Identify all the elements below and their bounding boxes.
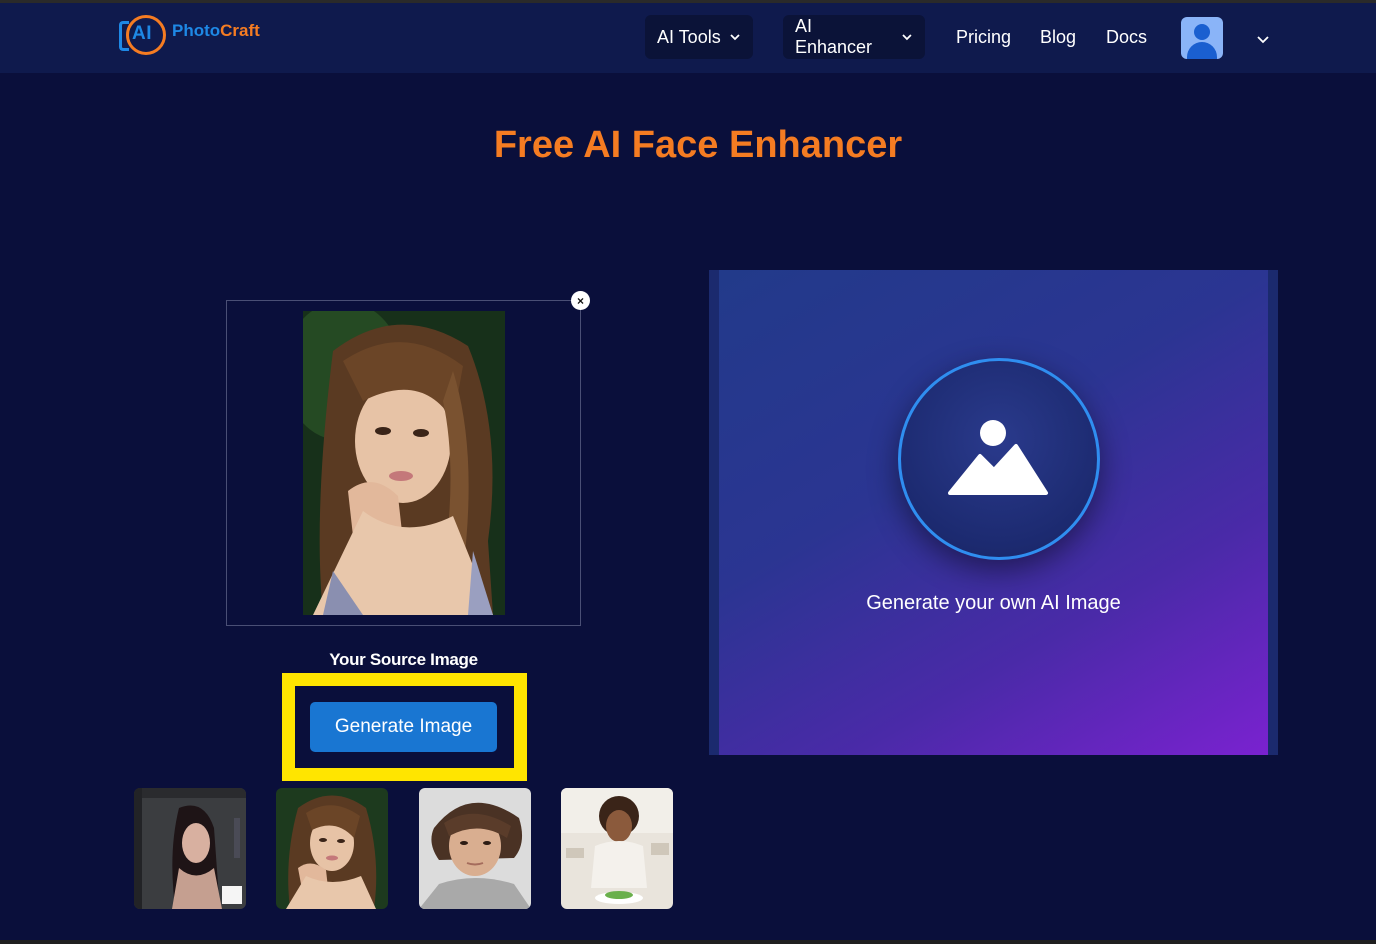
nav-ai-enhancer-dropdown[interactable]: AI Enhancer [783,15,925,59]
page-title: Free AI Face Enhancer [493,124,903,166]
result-placeholder-text: Generate your own AI Image [866,592,1121,614]
nav-pricing-link[interactable]: Pricing [956,27,1011,48]
main-nav: AI Tools AI Enhancer Pricing Blog Docs [0,3,1376,73]
window-bottom-border [0,940,1376,944]
thumbnail-woman-portrait[interactable] [276,788,388,909]
nav-ai-tools-dropdown[interactable]: AI Tools [645,15,753,59]
source-image [303,311,505,615]
result-image-circle [898,358,1100,560]
result-placeholder: Generate your own AI Image [719,270,1268,755]
source-image-container [226,300,581,626]
nav-blog-link[interactable]: Blog [1040,27,1076,48]
thumbnail-woman-salad[interactable] [561,788,673,909]
thumbnail-3d-woman[interactable] [134,788,246,909]
thumbnail-man-portrait[interactable] [419,788,531,909]
nav-ai-tools-label: AI Tools [657,26,721,47]
chevron-down-icon [730,34,740,41]
result-panel: Generate your own AI Image [709,270,1278,755]
image-placeholder-icon [948,420,1048,495]
nav-ai-enhancer-label: AI Enhancer [795,16,873,57]
nav-docs-link[interactable]: Docs [1106,27,1147,48]
remove-image-button[interactable]: × [571,291,590,310]
source-image-label: Your Source Image [329,650,478,669]
user-menu-chevron-icon[interactable] [1256,34,1270,46]
chevron-down-icon [902,34,912,41]
user-avatar[interactable] [1181,17,1223,59]
generate-image-button[interactable]: Generate Image [310,702,497,752]
site-header: AI PhotoCraft AI Tools AI Enhancer Prici… [0,3,1376,73]
